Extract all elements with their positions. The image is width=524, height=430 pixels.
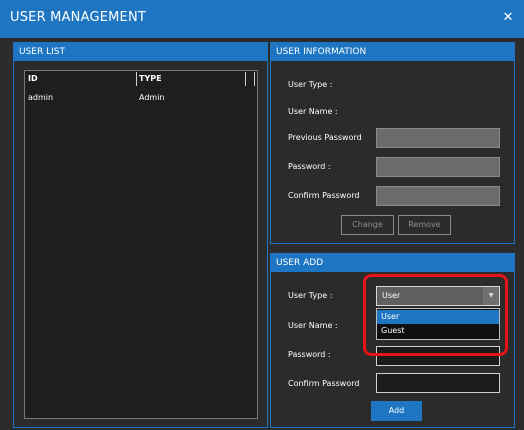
close-icon[interactable]: ✕ [500, 10, 516, 26]
info-password-field[interactable] [376, 157, 500, 177]
add-user-type-label: User Type : [288, 291, 333, 300]
add-confirm-password-label: Confirm Password [288, 379, 360, 388]
user-information-panel: USER INFORMATION User Type : User Name :… [270, 42, 515, 244]
red-highlight-annotation [363, 274, 508, 356]
user-add-panel: USER ADD User Type : User Name : Passwor… [270, 253, 515, 428]
table-row[interactable]: admin Admin [25, 91, 257, 105]
remove-button[interactable]: Remove [398, 215, 451, 235]
row-type: Admin [139, 93, 165, 102]
column-divider[interactable] [245, 72, 246, 86]
user-list-header: USER LIST [14, 43, 267, 61]
user-information-header: USER INFORMATION [271, 43, 514, 61]
info-confirm-password-field[interactable] [376, 186, 500, 206]
user-list-table[interactable]: ID TYPE admin Admin [24, 70, 258, 419]
user-management-window: USER MANAGEMENT ✕ USER LIST ID TYPE admi… [0, 0, 524, 430]
previous-password-label: Previous Password [288, 133, 362, 142]
previous-password-field[interactable] [376, 128, 500, 148]
info-confirm-password-label: Confirm Password [288, 191, 360, 200]
row-id: admin [28, 93, 54, 102]
info-user-type-label: User Type : [288, 80, 333, 89]
column-divider[interactable] [136, 72, 137, 86]
window-title: USER MANAGEMENT [10, 10, 147, 25]
change-button[interactable]: Change [341, 215, 394, 235]
title-bar[interactable]: USER MANAGEMENT ✕ [0, 0, 524, 38]
column-divider[interactable] [254, 72, 255, 86]
column-type[interactable]: TYPE [139, 74, 162, 83]
user-add-header: USER ADD [271, 254, 514, 272]
info-user-name-label: User Name : [288, 107, 338, 116]
column-id[interactable]: ID [28, 74, 38, 83]
add-password-label: Password : [288, 350, 331, 359]
add-user-name-label: User Name : [288, 321, 338, 330]
user-list-panel: USER LIST ID TYPE admin Admin [13, 42, 268, 428]
user-list-column-header: ID TYPE [25, 71, 257, 88]
add-button[interactable]: Add [371, 401, 422, 421]
info-password-label: Password : [288, 162, 331, 171]
add-confirm-password-field[interactable] [376, 373, 500, 393]
